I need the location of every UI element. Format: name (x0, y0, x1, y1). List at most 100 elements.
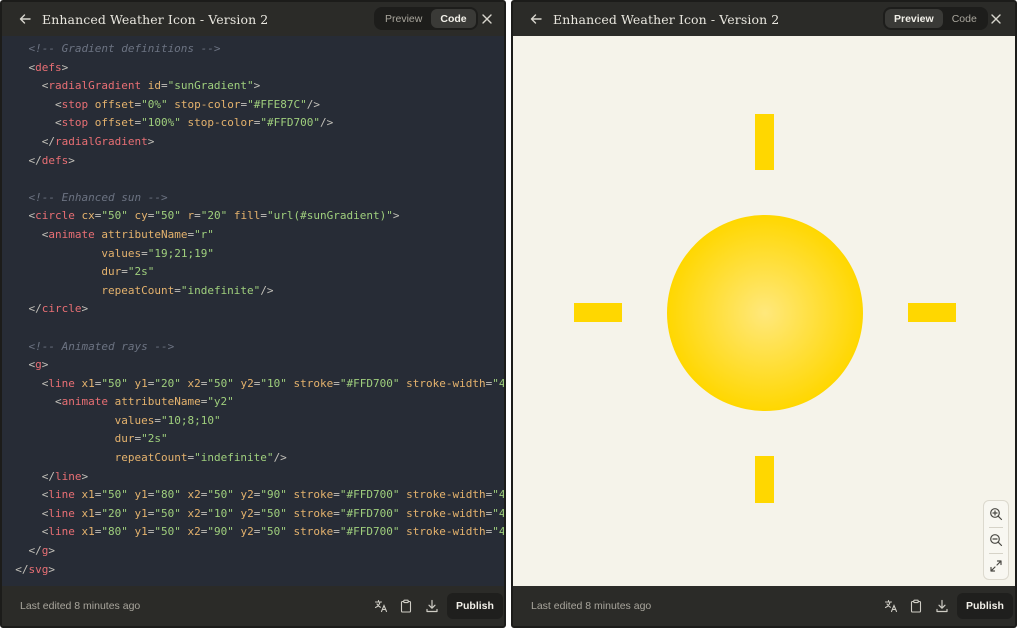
code-line: <g> (2, 356, 504, 375)
copy-button[interactable] (906, 596, 926, 616)
code-token: </ (2, 302, 42, 316)
code-token: stroke-width (406, 506, 486, 520)
code-line: <animate attributeName="y2" (2, 393, 504, 412)
code-line: <defs> (2, 59, 504, 78)
translate-button[interactable] (371, 596, 391, 616)
code-token: = (121, 265, 128, 279)
code-token: "2s" (141, 432, 168, 446)
fit-screen-button[interactable] (984, 554, 1008, 578)
zoom-in-button[interactable] (984, 502, 1008, 526)
last-edited-text: Last edited 8 minutes ago (20, 600, 141, 612)
code-token: "#FFD700" (339, 488, 400, 502)
tab-code[interactable]: Code (943, 9, 986, 28)
code-token: stop-color (187, 116, 254, 130)
publish-button[interactable]: Publish (447, 593, 503, 619)
code-token: x1 (81, 376, 95, 390)
code-token: x2 (187, 506, 201, 520)
code-token: "50" (101, 488, 128, 502)
code-token: > (392, 209, 400, 223)
ray-bottom (755, 456, 774, 503)
code-line: </defs> (2, 152, 504, 171)
code-token: repeatCount (101, 283, 175, 297)
close-button[interactable] (476, 8, 498, 30)
code-token: "19;21;19" (147, 246, 214, 260)
code-line: <line x1="20" y1="50" x2="10" y2="50" st… (2, 505, 504, 524)
code-line: </circle> (2, 300, 504, 319)
code-token: < (2, 116, 62, 130)
code-line: dur="2s" (2, 263, 504, 282)
code-token: < (2, 79, 49, 93)
code-token: "80" (101, 525, 128, 539)
zoom-out-button[interactable] (984, 528, 1008, 552)
code-line: dur="2s" (2, 430, 504, 449)
code-token: attributeName (114, 395, 201, 409)
code-token: defs (41, 153, 69, 167)
code-token: "indefinite" (194, 451, 274, 465)
code-token: > (81, 302, 89, 316)
code-token: > (253, 79, 261, 93)
translate-icon (884, 599, 898, 613)
download-button[interactable] (932, 596, 952, 616)
code-line: </svg> (2, 561, 504, 580)
publish-button[interactable]: Publish (957, 593, 1013, 619)
code-token: "20" (200, 209, 228, 223)
code-editor[interactable]: <!-- Gradient definitions --> <defs> <ra… (2, 36, 504, 588)
code-token: > (68, 153, 75, 167)
code-token: y2 (240, 376, 254, 390)
code-token: x2 (187, 488, 201, 502)
code-token: stroke (293, 488, 334, 502)
code-token: "20" (101, 506, 128, 520)
code-token: stroke (293, 506, 334, 520)
code-token: line (54, 469, 82, 483)
ray-right (908, 303, 956, 322)
code-token: < (2, 60, 36, 74)
panel-footer: Last edited 8 minutes ago Publish (2, 586, 504, 626)
tab-preview[interactable]: Preview (885, 9, 943, 28)
code-token: /> (260, 283, 274, 297)
panel-header: Enhanced Weather Icon - Version 2 Previe… (2, 2, 504, 36)
code-token: x1 (81, 525, 95, 539)
download-button[interactable] (422, 596, 442, 616)
code-token: "10" (207, 506, 234, 520)
back-button[interactable] (14, 8, 36, 30)
code-token: "sunGradient" (167, 79, 254, 93)
code-token: stroke-width (406, 488, 486, 502)
back-button[interactable] (525, 8, 547, 30)
code-token: </ (2, 153, 42, 167)
code-token: stroke (293, 376, 334, 390)
code-line: values="19;21;19" (2, 245, 504, 264)
code-line: <line x1="50" y1="80" x2="50" y2="90" st… (2, 486, 504, 505)
code-token: line (48, 506, 75, 520)
code-token: "50" (154, 506, 181, 520)
code-token: "90" (207, 525, 234, 539)
code-token: attributeName (101, 227, 188, 241)
copy-button[interactable] (396, 596, 416, 616)
ray-left (574, 303, 622, 322)
code-token: y1 (134, 488, 148, 502)
code-token: = (141, 246, 148, 260)
code-token: "50" (207, 488, 234, 502)
clipboard-icon (910, 599, 922, 613)
code-token: /> (306, 97, 320, 111)
tab-preview[interactable]: Preview (376, 9, 431, 28)
code-token: > (81, 469, 89, 483)
expand-icon (990, 560, 1002, 572)
code-token: = (194, 209, 201, 223)
sun-circle (667, 215, 863, 411)
preview-canvas (513, 36, 1015, 588)
code-token: = (333, 506, 340, 520)
code-token: repeatCount (114, 451, 188, 465)
tab-code[interactable]: Code (431, 9, 476, 28)
clipboard-icon (400, 599, 412, 613)
translate-button[interactable] (881, 596, 901, 616)
code-token: /> (273, 451, 287, 465)
code-token: "90" (260, 488, 287, 502)
close-button[interactable] (985, 8, 1007, 30)
code-token: stop (61, 116, 89, 130)
